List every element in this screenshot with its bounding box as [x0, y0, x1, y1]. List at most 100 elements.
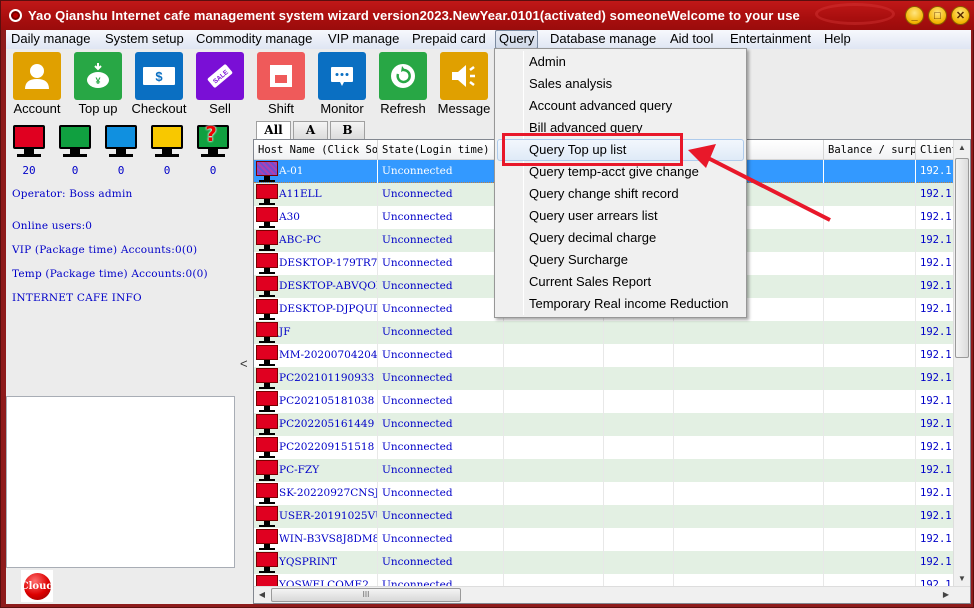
query-dropdown-menu: Admin Sales analysis Account advanced quer…	[494, 48, 747, 318]
menu-item-query-change-shift-record[interactable]: Query change shift record	[497, 183, 744, 205]
message-button[interactable]: Message	[433, 52, 495, 118]
client-ip-cell: 192.1	[916, 275, 956, 298]
menu-item-admin[interactable]: Admin	[497, 51, 744, 73]
sell-button[interactable]: SALE Sell	[189, 52, 251, 118]
menu-item-current-sales-report[interactable]: Current Sales Report	[497, 271, 744, 293]
horizontal-scroll-thumb[interactable]: III	[271, 588, 461, 602]
table-row[interactable]: MM-202007042048 Unconnected 192.1	[254, 344, 956, 367]
checkout-button[interactable]: $ Checkout	[128, 52, 190, 118]
column-balance[interactable]: Balance / surplus	[824, 140, 916, 160]
host-name: PC202105181038	[279, 395, 375, 407]
menu-help[interactable]: Help	[821, 30, 854, 49]
panel-splitter[interactable]: <	[236, 119, 253, 604]
horizontal-scrollbar[interactable]: ◀ III ▶	[254, 586, 970, 603]
menu-prepaid-card[interactable]: Prepaid card	[409, 30, 489, 49]
cloud-button[interactable]: Cloud	[21, 570, 53, 602]
online-monitor-icon[interactable]	[59, 125, 91, 160]
offline-monitor-icon[interactable]	[13, 125, 45, 160]
host-name: DESKTOP-DJPQUD5	[279, 303, 378, 315]
host-name: A-01	[279, 165, 304, 177]
scroll-right-icon[interactable]: ▶	[938, 587, 954, 603]
table-row[interactable]: YQSPRINT Unconnected 192.1	[254, 551, 956, 574]
menu-item-account-advanced-query[interactable]: Account advanced query	[497, 95, 744, 117]
maximize-button[interactable]: □	[928, 6, 947, 25]
cafe-info-link[interactable]: INTERNET CAFE INFO	[12, 292, 142, 304]
monitor-button[interactable]: Monitor	[311, 52, 373, 118]
state-cell: Unconnected	[378, 298, 504, 321]
host-name: MM-202007042048	[279, 349, 378, 361]
shift-button[interactable]: Shift	[250, 52, 312, 118]
table-row[interactable]: WIN-B3VS8J8DM83 Unconnected 192.1	[254, 528, 956, 551]
minimize-button[interactable]: _	[905, 6, 924, 25]
close-button[interactable]: ✕	[951, 6, 970, 25]
menu-item-query-surcharge[interactable]: Query Surcharge	[497, 249, 744, 271]
dollar-bill-icon: $	[135, 52, 183, 100]
menu-item-bill-advanced-query[interactable]: Bill advanced query	[497, 117, 744, 139]
menu-item-sales-analysis[interactable]: Sales analysis	[497, 73, 744, 95]
menu-item-query-user-arrears-list[interactable]: Query user arrears list	[497, 205, 744, 227]
table-row[interactable]: USER-20191025VU Unconnected 192.1	[254, 505, 956, 528]
question-mark-icon: ?	[205, 122, 217, 146]
empty-cell	[674, 505, 824, 528]
host-name: USER-20191025VU	[279, 510, 378, 522]
column-state[interactable]: State(Login time)	[378, 140, 504, 160]
host-name: SK-20220927CNSJ	[279, 487, 378, 499]
empty-cell	[824, 160, 916, 183]
menu-vip-manage[interactable]: VIP manage	[325, 30, 402, 49]
menu-aid-tool[interactable]: Aid tool	[667, 30, 716, 49]
table-row[interactable]: PC202205161449 Unconnected 192.1	[254, 413, 956, 436]
vertical-scroll-thumb[interactable]	[955, 158, 969, 358]
column-client-ip[interactable]: Client IP	[916, 140, 956, 160]
menu-entertainment[interactable]: Entertainment	[727, 30, 814, 49]
empty-cell	[504, 390, 604, 413]
collapse-left-icon[interactable]: <	[240, 356, 248, 371]
account-button[interactable]: Account	[6, 52, 68, 118]
host-name-cell: MM-202007042048	[254, 344, 378, 367]
menu-commodity-manage[interactable]: Commodity manage	[193, 30, 315, 49]
client-ip-cell: 192.1	[916, 321, 956, 344]
column-host-name[interactable]: Host Name (Click Sort)	[254, 140, 378, 160]
table-row[interactable]: JF Unconnected 192.1	[254, 321, 956, 344]
computer-icon	[256, 276, 278, 298]
tab-all[interactable]: All	[256, 121, 291, 140]
menu-item-query-temp-acct-give-change[interactable]: Query temp-acct give change	[497, 161, 744, 183]
menu-item-query-decimal-charge[interactable]: Query decimal charge	[497, 227, 744, 249]
menu-item-query-top-up-list[interactable]: Query Top up list	[497, 139, 744, 161]
operator-label: Operator: Boss admin	[12, 188, 133, 200]
table-row[interactable]: SK-20220927CNSJ Unconnected 192.1	[254, 482, 956, 505]
host-name-cell: DESKTOP-ABVQOR6	[254, 275, 378, 298]
menu-daily-manage[interactable]: Daily manage	[8, 30, 94, 49]
top-up-button[interactable]: ¥ Top up	[67, 52, 129, 118]
client-ip-cell: 192.1	[916, 390, 956, 413]
menu-system-setup[interactable]: System setup	[102, 30, 187, 49]
empty-cell	[824, 459, 916, 482]
menu-query[interactable]: Query	[495, 30, 539, 49]
empty-cell	[604, 321, 674, 344]
menu-database-manage[interactable]: Database manage	[547, 30, 659, 49]
table-row[interactable]: PC202105181038 Unconnected 192.1	[254, 390, 956, 413]
empty-cell	[824, 528, 916, 551]
table-row[interactable]: PC202101190933 Unconnected 192.1	[254, 367, 956, 390]
computer-icon	[256, 253, 278, 275]
vip-monitor-icon[interactable]	[105, 125, 137, 160]
empty-cell	[824, 390, 916, 413]
table-row[interactable]: PC-FZY Unconnected 192.1	[254, 459, 956, 482]
empty-cell	[674, 321, 824, 344]
unknown-monitor-icon[interactable]: ?	[197, 122, 229, 160]
host-name-cell: PC-FZY	[254, 459, 378, 482]
temp-monitor-icon[interactable]	[151, 125, 183, 160]
scroll-up-icon[interactable]: ▲	[954, 140, 970, 156]
host-name-cell: PC202209151518	[254, 436, 378, 459]
vertical-scrollbar[interactable]: ▲ ▼	[953, 140, 970, 587]
tab-a[interactable]: A	[293, 121, 328, 139]
scroll-left-icon[interactable]: ◀	[254, 587, 270, 603]
empty-cell	[824, 436, 916, 459]
notes-box[interactable]	[6, 396, 235, 568]
menu-item-temporary-real-income-reduction[interactable]: Temporary Real income Reduction	[497, 293, 744, 315]
empty-cell	[604, 551, 674, 574]
scroll-down-icon[interactable]: ▼	[954, 571, 970, 587]
table-row[interactable]: PC202209151518 Unconnected 192.1	[254, 436, 956, 459]
computer-icon	[256, 230, 278, 252]
tab-b[interactable]: B	[330, 121, 365, 139]
refresh-button[interactable]: Refresh	[372, 52, 434, 118]
